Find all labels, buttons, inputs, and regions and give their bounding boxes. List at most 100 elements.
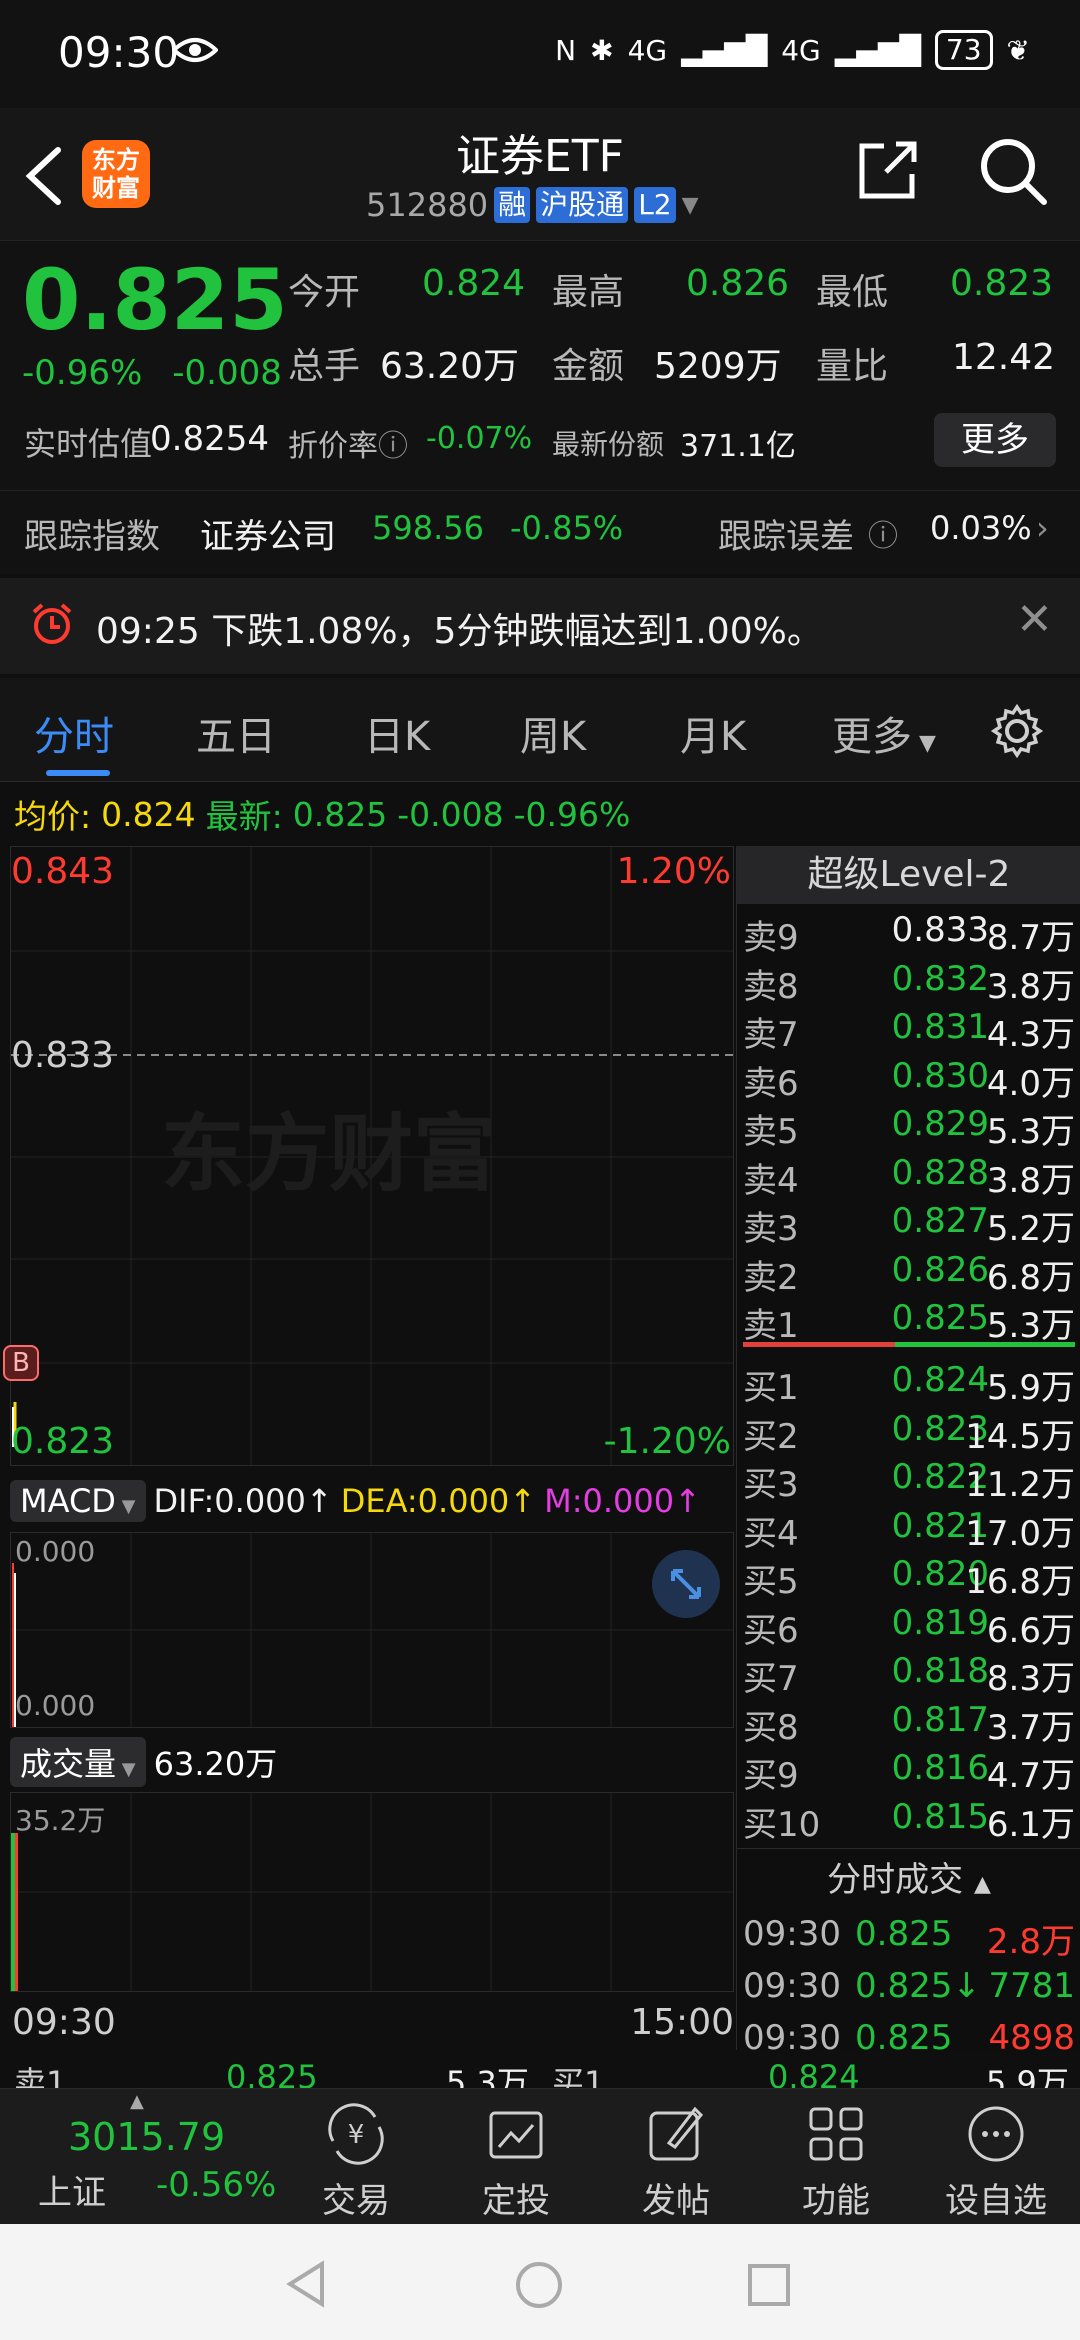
bid-price: 0.817 [891,1699,989,1740]
trades-title[interactable]: 分时成交 ▲ [737,1852,1080,1901]
price-alert-banner[interactable]: 09:25 下跌1.08%，5分钟跌幅达到1.00%。 ✕ [0,578,1080,674]
ask-volume: 3.8万 [986,1160,1075,1201]
caret-down-icon: ▼ [912,731,936,756]
ask-row[interactable]: 卖9 0.833 8.7万 [737,906,1080,958]
ask-level-label: 卖2 [743,1257,799,1298]
bid-row[interactable]: 买10 0.815 6.1万 [737,1793,1080,1845]
ask-row[interactable]: 卖5 0.829 5.3万 [737,1100,1080,1152]
nav-functions[interactable]: 功能 [776,2103,896,2222]
pct-axis-bottom: -1.20% [603,1421,731,1462]
nav-add-watchlist[interactable]: 设自选 [936,2103,1056,2222]
tracking-index-change: -0.85% [510,509,624,547]
caret-up-icon: ▲ [973,1872,991,1897]
bid-volume: 5.9万 [986,1368,1075,1408]
tab-monthly-k[interactable]: 月K [680,704,746,762]
amount-value: 5209万 [654,346,782,387]
search-icon[interactable] [978,136,1048,206]
nav-home-icon[interactable] [514,2260,564,2310]
caret-down-icon: ▼ [115,1496,136,1517]
bid-row[interactable]: 买6 0.819 6.6万 [737,1599,1080,1651]
open-value: 0.824 [422,263,526,304]
nav-recents-icon[interactable] [746,2262,792,2308]
bid-row[interactable]: 买2 0.823 14.5万 [737,1405,1080,1457]
caret-up-icon: ▲ [130,2091,144,2112]
more-button[interactable]: 更多 [934,413,1056,467]
settings-gear-icon[interactable] [990,704,1044,758]
bid-row[interactable]: 买5 0.820 16.8万 [737,1550,1080,1602]
bid-row[interactable]: 买1 0.824 5.9万 [737,1356,1080,1408]
ask-volume: 5.2万 [986,1209,1075,1249]
tab-weekly-k[interactable]: 周K [520,704,586,762]
ask-volume: 4.0万 [986,1063,1075,1104]
ask-row[interactable]: 卖4 0.828 3.8万 [737,1149,1080,1201]
nav-back-icon[interactable] [284,2260,328,2308]
tab-more[interactable]: 更多 ▼ [832,704,936,762]
bid-volume: 16.8万 [965,1562,1075,1602]
tracking-index-name: 证券公司 [200,517,336,557]
intraday-chart[interactable]: 东方财富 0.843 1.20% 0.833 0.823 -1.20% B [3,846,734,1466]
premium-field[interactable]: 折价率ⓘ [288,421,408,465]
chart-legend: 均价: 0.824 最新: 0.825 -0.008 -0.96% [0,784,736,844]
nav-fixed-invest[interactable]: 定投 [456,2103,576,2222]
ask-price: 0.828 [891,1152,989,1193]
last-price: 0.825 [22,251,288,349]
nav-post[interactable]: 发帖 [616,2103,736,2222]
nav-trade[interactable]: ¥ 交易 [296,2103,416,2222]
ask-row[interactable]: 卖7 0.831 4.3万 [737,1003,1080,1055]
macd-axis-top: 0.000 [15,1535,96,1568]
ask-row[interactable]: 卖2 0.826 6.8万 [737,1246,1080,1298]
bid-row[interactable]: 买9 0.816 4.7万 [737,1744,1080,1796]
tracking-row[interactable]: 跟踪指数 证券公司 598.56 -0.85% 跟踪误差 ⓘ 0.03% › [0,490,1080,574]
tab-daily-k[interactable]: 日K [364,704,430,762]
stock-header: 东方财富 证券ETF 512880 融 沪股通 L2 ▼ [0,108,1080,240]
alert-text: 09:25 下跌1.08%，5分钟跌幅达到1.00%。 [96,611,823,652]
bid-row[interactable]: 买3 0.822 11.2万 [737,1453,1080,1505]
help-icon[interactable]: ⓘ [868,511,898,555]
expand-icon[interactable] [651,1549,721,1619]
bid-volume: 8.3万 [986,1659,1075,1699]
bid-row[interactable]: 买4 0.821 17.0万 [737,1502,1080,1554]
stock-code: 512880 [366,186,489,224]
ask-price: 0.825 [891,1298,989,1338]
stock-code-row[interactable]: 512880 融 沪股通 L2 ▼ [366,186,699,224]
macd-selector[interactable]: MACD ▼ [10,1480,146,1522]
ask-row[interactable]: 卖3 0.827 5.2万 [737,1197,1080,1249]
peek-ask-price: 0.825 [226,2058,318,2088]
bid-row[interactable]: 买8 0.817 3.7万 [737,1696,1080,1748]
tab-intraday[interactable]: 分时 [34,704,114,762]
bid-row[interactable]: 买7 0.818 8.3万 [737,1647,1080,1699]
tracking-index-value: 598.56 [372,509,484,547]
close-icon[interactable]: ✕ [1016,594,1053,645]
share-icon[interactable] [856,138,920,202]
bid-level-label: 买2 [743,1416,799,1457]
volume-total: 63.20万 [153,1745,278,1783]
ratio-field: 量比 [816,346,889,387]
tab-five-day[interactable]: 五日 [196,704,276,762]
ask-volume: 5.3万 [986,1306,1075,1346]
buy-marker[interactable]: B [3,1345,39,1381]
volume-selector[interactable]: 成交量 ▼ [10,1737,146,1787]
order-book-title[interactable]: 超级Level-2 [737,846,1080,904]
tag-margin: 融 [494,187,531,223]
info-icon[interactable]: ⓘ [378,429,408,464]
bid-level-label: 买10 [743,1804,821,1845]
peek-bid-vol: 5.9万 [986,2064,1069,2088]
trade-time: 09:30 [743,1966,841,2006]
change-percent: -0.96% [22,353,143,393]
market-index-widget[interactable]: ▲ 3015.79 上证 -0.56% [0,2089,290,2225]
ask-row[interactable]: 卖1 0.825 5.3万 [737,1294,1080,1346]
bottom-toolbar: ▲ 3015.79 上证 -0.56% ¥ 交易 定投 发帖 功能 设自选 [0,2088,1080,2224]
amount-field: 金额 [552,346,625,387]
volume-chart[interactable]: 35.2万 [10,1792,734,1992]
latest-percent: -0.96% [513,794,631,834]
open-field: 今开 [288,272,361,313]
ask-row[interactable]: 卖8 0.832 3.8万 [737,955,1080,1007]
y-axis-bottom: 0.823 [11,1421,115,1462]
ask-price: 0.826 [891,1249,989,1290]
bid-level-label: 买1 [743,1368,799,1408]
low-value: 0.823 [950,263,1054,304]
ask-row[interactable]: 卖6 0.830 4.0万 [737,1052,1080,1104]
macd-chart[interactable]: 0.000 0.000 [10,1532,734,1728]
volume-header: 成交量 ▼ 63.20万 [10,1732,734,1792]
ask-bid-divider-right [895,1342,1075,1347]
